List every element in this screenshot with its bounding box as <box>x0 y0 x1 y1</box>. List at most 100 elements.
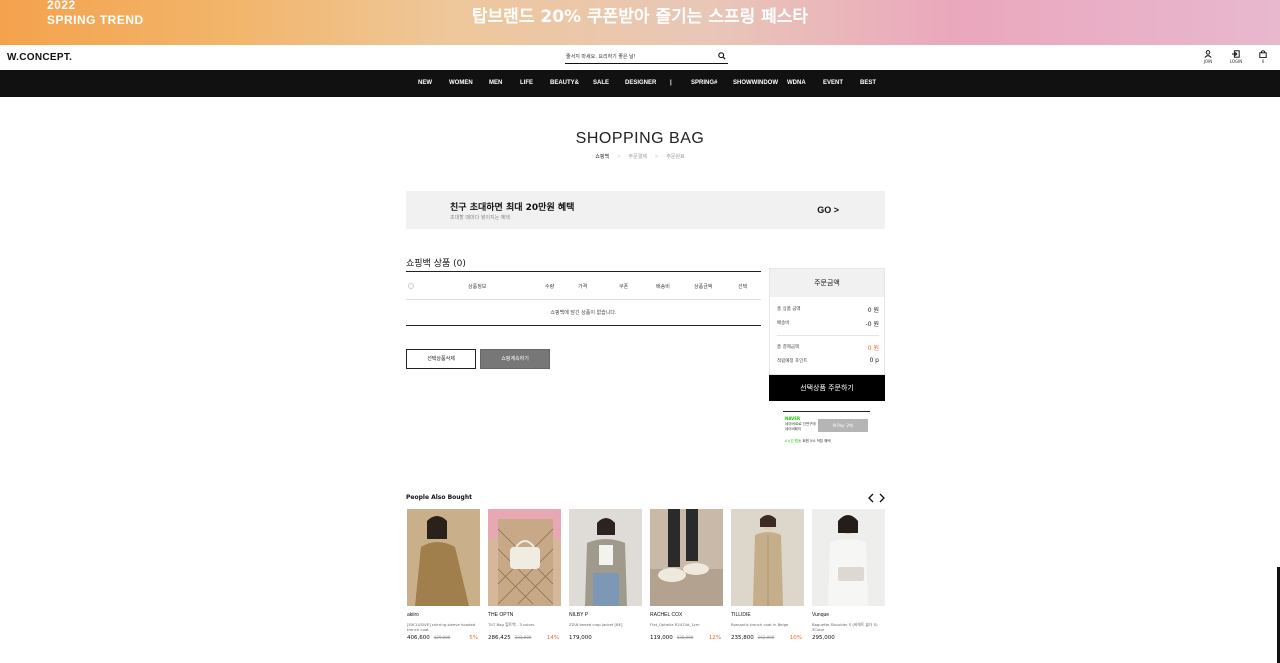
summary-row-total: 총 결제금액 0 원 <box>777 344 879 352</box>
top-promo-banner[interactable]: 2022 SPRING TREND 탑브랜드 20% 쿠폰받아 즐기는 스프링 … <box>0 0 1280 45</box>
summary-row-subtotal: 총 상품 금액 0 원 <box>777 306 879 314</box>
product-card[interactable]: akiiro [EXCLUSIVE] shirring-sleeve hoode… <box>407 509 480 643</box>
npay-foot-green: 0시간 활동 <box>785 439 802 443</box>
total-label: 총 결제금액 <box>777 345 800 350</box>
shipping-label: 배송비 <box>777 321 790 326</box>
also-bought-title: People Also Bought <box>406 494 472 501</box>
product-brand: RACHEL COX <box>650 612 683 618</box>
price-value: 235,800 <box>731 635 754 641</box>
table-top-border <box>406 271 761 272</box>
col-coupon: 쿠폰 <box>619 284 629 290</box>
col-quantity: 수량 <box>545 284 555 290</box>
step-bag: 쇼핑백 <box>595 154 610 160</box>
discount-rate: 14% <box>546 635 559 641</box>
nav-item-wdna[interactable]: WDNA <box>787 80 806 86</box>
product-image[interactable] <box>731 509 804 606</box>
naver-pay-button[interactable]: N Pay 구매 <box>818 419 868 432</box>
product-name: Flat_Ophelia R2474d_1cm <box>650 622 700 627</box>
product-image[interactable] <box>488 509 561 606</box>
product-image[interactable] <box>569 509 642 606</box>
invite-promo-banner[interactable]: 친구 초대하면 최대 20만원 혜택 초대할 때마다 쌓이지는 혜택 GO > <box>406 191 885 229</box>
price-value: 295,000 <box>812 635 835 641</box>
search-input[interactable]: 줄서지 마세요. 요리하기 좋은 날! <box>565 51 728 64</box>
product-brand: TILLIDIE <box>731 612 751 618</box>
shipping-value: -0 원 <box>865 321 879 328</box>
nav-item-event[interactable]: EVENT <box>823 80 843 86</box>
chevron-left-icon[interactable] <box>867 493 875 503</box>
login-button[interactable]: LOGIN <box>1226 50 1246 64</box>
delete-selected-button[interactable]: 선택상품삭제 <box>406 349 476 369</box>
promo-go-button[interactable]: GO > <box>817 205 839 215</box>
product-card[interactable]: Vunque Baguette Shoulder S (바게트 숄더 S) 3C… <box>812 509 885 643</box>
chevron-right-icon: > <box>654 154 659 160</box>
chevron-right-icon: > <box>616 154 621 160</box>
bag-title: 쇼핑백 상품 (0) <box>406 259 466 269</box>
product-image[interactable] <box>650 509 723 606</box>
nav-item-designer[interactable]: DESIGNER <box>625 80 656 86</box>
summary-title: 주문금액 <box>770 269 884 297</box>
col-select: 선택 <box>738 284 748 290</box>
user-icon <box>1204 50 1212 58</box>
nav-item-best[interactable]: BEST <box>860 80 876 86</box>
product-image[interactable] <box>812 509 885 606</box>
col-product-info: 상품정보 <box>468 284 487 290</box>
product-name: Romantic trench coat in Beige <box>731 622 789 627</box>
original-price: 135,000 <box>676 635 694 640</box>
points-value: 0 p <box>869 357 879 364</box>
chevron-right-icon[interactable] <box>878 493 886 503</box>
select-all-checkbox[interactable] <box>408 283 414 289</box>
product-card[interactable]: TILLIDIE Romantic trench coat in Beige 2… <box>731 509 804 643</box>
nav-item-men[interactable]: MEN <box>489 80 502 86</box>
bag-button[interactable]: 0 <box>1253 50 1273 64</box>
product-brand: akiiro <box>407 612 419 618</box>
nav-item-new[interactable]: NEW <box>418 80 432 86</box>
step-payment: 주문결제 <box>628 154 647 160</box>
product-card[interactable]: NILBY P ZZ\N tweed crop jacket [BE] 179,… <box>569 509 642 643</box>
price-value: 406,600 <box>407 635 430 641</box>
bag-icon <box>1259 50 1267 58</box>
order-summary: 주문금액 총 상품 금액 0 원 배송비 -0 원 총 결제금액 0 원 적립예… <box>769 268 885 375</box>
col-price: 가격 <box>578 284 588 290</box>
table-header-divider <box>406 299 761 300</box>
naver-logo: NAVER <box>785 416 801 421</box>
step-complete: 주문완료 <box>666 154 685 160</box>
price-value: 179,000 <box>569 635 592 641</box>
promo-title: 친구 초대하면 최대 20만원 혜택 <box>450 203 575 213</box>
product-name: Baguette Shoulder S (바게트 숄더 S) 3Color <box>812 622 878 632</box>
site-logo[interactable]: W.CONCEPT. <box>7 52 72 63</box>
nav-item-spring[interactable]: SPRING# <box>691 80 717 86</box>
product-price: 235,800 262,000 10% <box>731 635 804 643</box>
promo-subtitle: 초대할 때마다 쌓이지는 혜택 <box>450 215 510 221</box>
product-card[interactable]: THE OPTN TILT Bag 힐트백 - 3 colors 286,425… <box>488 509 561 643</box>
discount-rate: 12% <box>708 635 721 641</box>
order-steps: 쇼핑백 > 주문결제 > 주문완료 <box>0 153 1280 160</box>
login-label: LOGIN <box>1229 59 1243 64</box>
original-price: 262,000 <box>757 635 775 640</box>
col-amount: 상품금액 <box>694 284 713 290</box>
product-price: 119,000 135,000 12% <box>650 635 723 643</box>
product-name: [EXCLUSIVE] shirring-sleeve hooded trenc… <box>407 622 476 632</box>
continue-shopping-button[interactable]: 쇼핑계속하기 <box>480 349 550 369</box>
nav-item-showwindow[interactable]: SHOWWINDOW <box>733 80 778 86</box>
bag-count: 0 <box>1261 59 1265 64</box>
price-value: 286,425 <box>488 635 511 641</box>
nav-item-sale[interactable]: SALE <box>593 80 609 86</box>
order-selected-button[interactable]: 선택상품 주문하기 <box>769 375 885 401</box>
product-price: 406,600 429,000 5% <box>407 635 480 643</box>
points-label: 적립예정 포인트 <box>777 359 808 364</box>
discount-rate: 10% <box>789 635 802 641</box>
product-card[interactable]: RACHEL COX Flat_Ophelia R2474d_1cm 119,0… <box>650 509 723 643</box>
naver-pay-widget: NAVER 네이버ID로 간편구매 네이버페이 N Pay 구매 0시간 활동 … <box>783 411 870 446</box>
nav-item-women[interactable]: WOMEN <box>449 80 473 86</box>
join-label: JOIN <box>1203 59 1213 64</box>
nav-item-life[interactable]: LIFE <box>520 80 533 86</box>
product-image[interactable] <box>407 509 480 606</box>
original-price: 429,000 <box>433 635 451 640</box>
page-title: SHOPPING BAG <box>575 130 705 147</box>
search-icon[interactable] <box>718 52 726 60</box>
nav-item-beauty[interactable]: BEAUTY& <box>550 80 579 86</box>
join-button[interactable]: JOIN <box>1198 50 1218 64</box>
search-placeholder: 줄서지 마세요. 요리하기 좋은 날! <box>566 54 636 60</box>
summary-row-shipping: 배송비 -0 원 <box>777 320 879 328</box>
npay-footer: 0시간 활동 회원 5% 적립 혜택 <box>785 439 831 444</box>
